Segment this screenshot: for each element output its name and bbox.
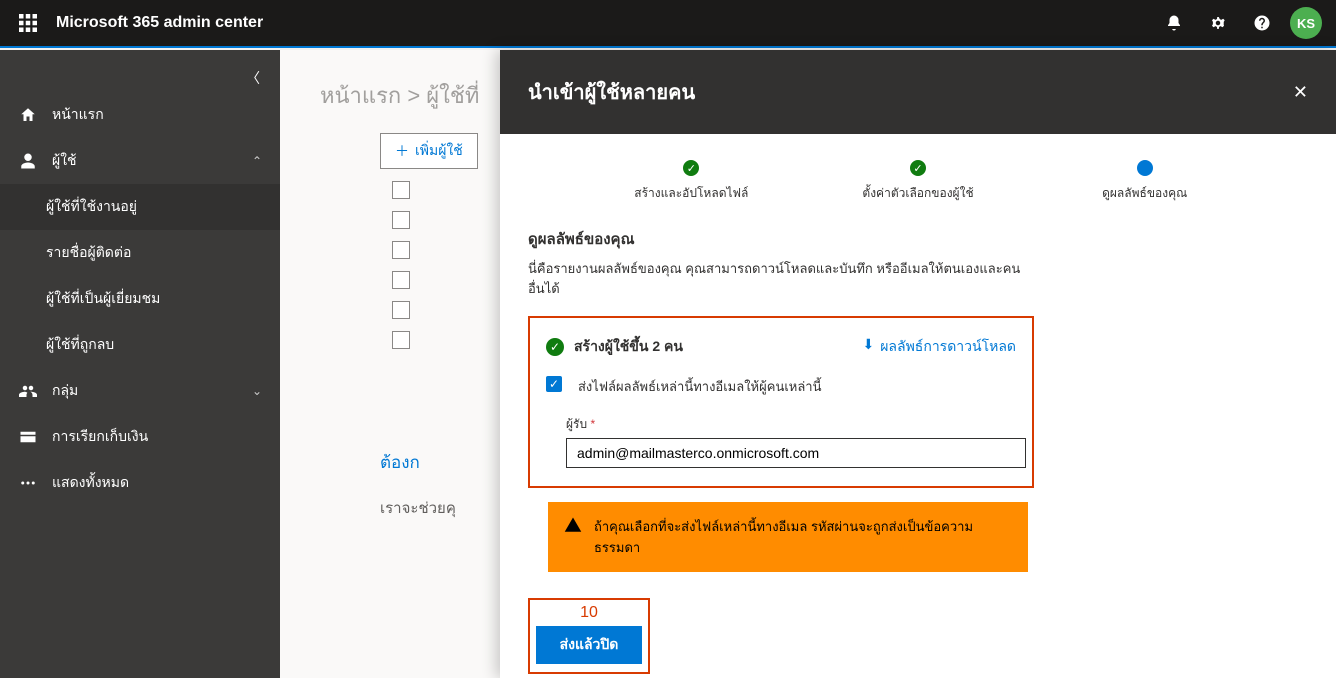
submit-highlight-box: 10 ส่งแล้วปิด [528,598,650,674]
nav-users-guests[interactable]: ผู้ใช้ที่เป็นผู้เยี่ยมชม [0,276,280,322]
submit-label: ส่งแล้วปิด [560,636,619,652]
nav-label: กลุ่ม [52,380,238,402]
recipient-input[interactable] [566,438,1026,468]
gear-icon [1209,14,1227,32]
recipient-label: ผู้รับ * [566,415,1016,434]
email-results-row: ✓ ส่งไฟล์ผลลัพธ์เหล่านี้ทางอีเมลให้ผู้คน… [546,376,1016,397]
nav-groups[interactable]: กลุ่ม ⌄ [0,368,280,414]
download-results-link[interactable]: ⬇ ผลลัพธ์การดาวน์โหลด [862,336,1016,358]
panel-close-button[interactable]: ✕ [1293,82,1308,103]
warning-text: ถ้าคุณเลือกที่จะส่งไฟล์เหล่านี้ทางอีเมล … [594,516,1012,558]
app-title: Microsoft 365 admin center [56,14,263,32]
close-icon: ✕ [1293,82,1308,102]
nav-label: การเรียกเก็บเงิน [52,426,262,448]
import-users-panel: นำเข้าผู้ใช้หลายคน ✕ ✓ สร้างและอัปโหลดไฟ… [500,50,1336,678]
nav-label: แสดงทั้งหมด [52,472,262,494]
row-checkbox[interactable] [392,181,410,199]
check-icon: ✓ [910,160,926,176]
nav-label: ผู้ใช้ที่เป็นผู้เยี่ยมชม [46,288,262,310]
created-users-text: สร้างผู้ใช้ขึ้น 2 คน [574,336,683,358]
people-icon [18,381,38,401]
dot-icon [1137,160,1153,176]
left-nav: 〈 หน้าแรก ผู้ใช้ ⌃ ผู้ใช้ที่ใช้งานอยู่ ร… [0,50,280,678]
send-and-close-button[interactable]: ส่งแล้วปิด [536,626,642,664]
nav-label: ผู้ใช้ [52,150,238,172]
success-icon: ✓ [546,338,564,356]
nav-billing[interactable]: การเรียกเก็บเงิน [0,414,280,460]
step-2: ✓ ตั้งค่าตัวเลือกของผู้ใช้ [805,160,1032,203]
chevron-left-icon: 〈 [246,70,260,86]
panel-header: นำเข้าผู้ใช้หลายคน ✕ [500,50,1336,134]
question-icon [1253,14,1271,32]
notifications-button[interactable] [1152,1,1196,45]
waffle-icon [19,14,37,32]
required-asterisk: * [590,417,595,431]
chevron-down-icon: ⌄ [252,384,262,398]
nav-users[interactable]: ผู้ใช้ ⌃ [0,138,280,184]
warning-icon [564,516,582,534]
add-user-button[interactable]: ＋ เพิ่มผู้ใช้ [380,133,478,169]
results-highlight-box: ✓ สร้างผู้ใช้ขึ้น 2 คน ⬇ ผลลัพธ์การดาวน์… [528,316,1034,488]
row-checkbox[interactable] [392,211,410,229]
email-checkbox-label: ส่งไฟล์ผลลัพธ์เหล่านี้ทางอีเมลให้ผู้คนเห… [578,376,822,397]
nav-collapse[interactable]: 〈 [0,60,280,92]
ellipsis-icon [18,473,38,493]
recipient-block: ผู้รับ * [566,415,1016,468]
user-icon [18,151,38,171]
panel-title: นำเข้าผู้ใช้หลายคน [528,76,695,108]
annotation-number: 10 [536,604,642,622]
step-label: ตั้งค่าตัวเลือกของผู้ใช้ [805,184,1032,203]
nav-users-deleted[interactable]: ผู้ใช้ที่ถูกลบ [0,322,280,368]
chevron-up-icon: ⌃ [252,154,262,168]
recipient-label-text: ผู้รับ [566,417,587,431]
panel-body: ✓ สร้างและอัปโหลดไฟล์ ✓ ตั้งค่าตัวเลือกข… [500,134,1336,678]
row-checkbox[interactable] [392,301,410,319]
results-description: นี่คือรายงานผลลัพธ์ของคุณ คุณสามารถดาวน์… [528,259,1028,298]
created-users-row: ✓ สร้างผู้ใช้ขึ้น 2 คน ⬇ ผลลัพธ์การดาวน์… [546,336,1016,358]
home-icon [18,105,38,125]
step-label: สร้างและอัปโหลดไฟล์ [578,184,805,203]
download-label: ผลลัพธ์การดาวน์โหลด [880,336,1016,358]
card-icon [18,427,38,447]
step-label: ดูผลลัพธ์ของคุณ [1031,184,1258,203]
nav-label: รายชื่อผู้ติดต่อ [46,242,262,264]
settings-button[interactable] [1196,1,1240,45]
bell-icon [1165,14,1183,32]
row-checkbox[interactable] [392,241,410,259]
help-button[interactable] [1240,1,1284,45]
check-icon: ✓ [683,160,699,176]
nav-users-active[interactable]: ผู้ใช้ที่ใช้งานอยู่ [0,184,280,230]
nav-label: หน้าแรก [52,104,262,126]
nav-show-all[interactable]: แสดงทั้งหมด [0,460,280,506]
row-checkbox[interactable] [392,271,410,289]
wizard-stepper: ✓ สร้างและอัปโหลดไฟล์ ✓ ตั้งค่าตัวเลือกข… [578,160,1258,203]
step-1: ✓ สร้างและอัปโหลดไฟล์ [578,160,805,203]
results-heading: ดูผลลัพธ์ของคุณ [528,227,1308,251]
nav-users-contacts[interactable]: รายชื่อผู้ติดต่อ [0,230,280,276]
plus-icon: ＋ [395,141,409,161]
nav-label: ผู้ใช้ที่ใช้งานอยู่ [46,196,262,218]
row-checkbox[interactable] [392,331,410,349]
nav-home[interactable]: หน้าแรก [0,92,280,138]
nav-label: ผู้ใช้ที่ถูกลบ [46,334,262,356]
password-warning: ถ้าคุณเลือกที่จะส่งไฟล์เหล่านี้ทางอีเมล … [548,502,1028,572]
app-header: Microsoft 365 admin center KS [0,0,1336,48]
app-launcher[interactable] [8,3,48,43]
email-checkbox[interactable]: ✓ [546,376,562,392]
user-avatar[interactable]: KS [1290,7,1322,39]
step-3: ดูผลลัพธ์ของคุณ [1031,160,1258,203]
download-icon: ⬇ [862,336,874,358]
add-user-label: เพิ่มผู้ใช้ [415,140,463,162]
